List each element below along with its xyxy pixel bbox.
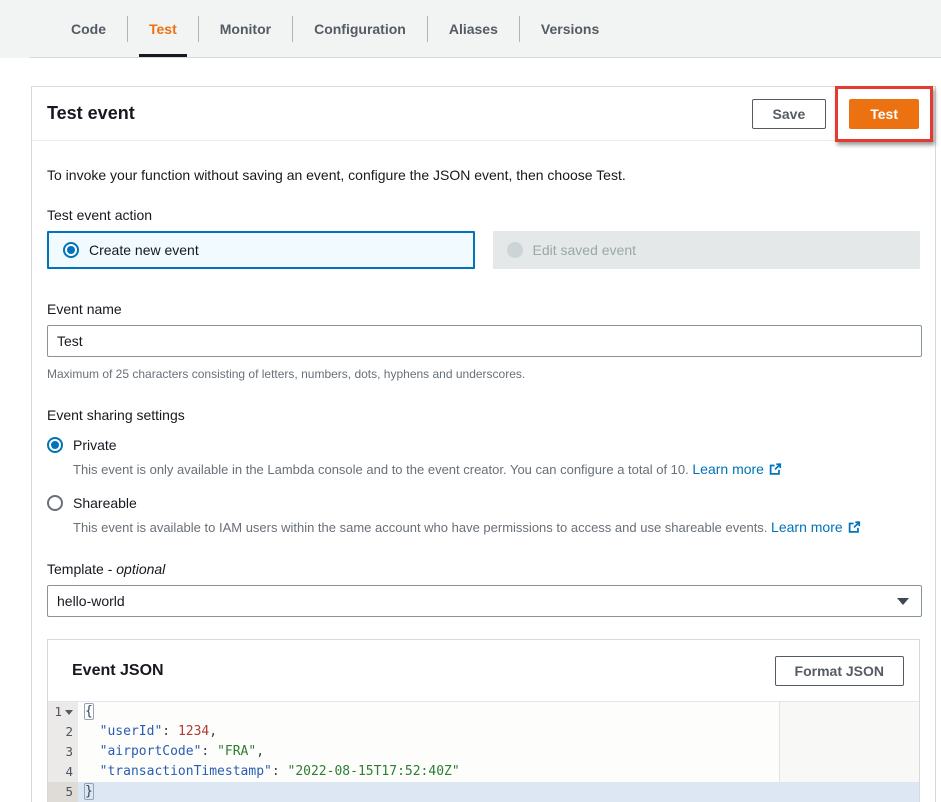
- code-line-content[interactable]: {: [78, 702, 919, 722]
- format-json-button[interactable]: Format JSON: [775, 656, 904, 686]
- shareable-description: This event is available to IAM users wit…: [73, 519, 920, 535]
- test-event-action-label: Test event action: [47, 207, 920, 223]
- save-button[interactable]: Save: [752, 99, 827, 129]
- code-line-content[interactable]: "userId": 1234,: [78, 722, 919, 742]
- external-link-icon: [847, 520, 861, 534]
- tab-bar-divider: [30, 57, 941, 58]
- radio-selected-icon[interactable]: [47, 437, 63, 453]
- external-link-icon: [768, 462, 782, 476]
- shareable-radio-option[interactable]: Shareable: [47, 495, 920, 511]
- code-line-content[interactable]: "airportCode": "FRA",: [78, 742, 919, 762]
- event-name-label: Event name: [47, 301, 920, 317]
- line-number: 1: [48, 702, 78, 722]
- event-json-title: Event JSON: [72, 662, 164, 680]
- code-line[interactable]: 1{: [48, 702, 919, 722]
- event-sharing-settings-label: Event sharing settings: [47, 407, 920, 423]
- template-label: Template - optional: [47, 561, 920, 577]
- test-event-card: Test event Save Test To invoke your func…: [31, 86, 936, 802]
- shareable-label: Shareable: [73, 495, 137, 511]
- tab-test[interactable]: Test: [128, 0, 198, 57]
- template-select-value: hello-world: [57, 593, 125, 609]
- line-number: 3: [48, 742, 78, 762]
- tab-code[interactable]: Code: [50, 0, 127, 57]
- page-title: Test event: [47, 103, 135, 124]
- code-line[interactable]: 3 "airportCode": "FRA",: [48, 742, 919, 762]
- intro-text: To invoke your function without saving a…: [47, 167, 920, 183]
- function-tab-bar: Code Test Monitor Configuration Aliases …: [0, 0, 941, 58]
- annotation-highlight-box: Test: [835, 86, 933, 142]
- private-radio-option[interactable]: Private: [47, 437, 920, 453]
- radio-disabled-icon: [507, 242, 523, 258]
- create-new-event-option[interactable]: Create new event: [47, 231, 475, 269]
- card-header: Test event Save Test: [32, 87, 935, 141]
- template-select[interactable]: hello-world: [47, 585, 922, 617]
- code-line[interactable]: 4 "transactionTimestamp": "2022-08-15T17…: [48, 762, 919, 782]
- line-number: 4: [48, 762, 78, 782]
- code-lines: 1{2 "userId": 1234,3 "airportCode": "FRA…: [48, 702, 919, 802]
- edit-saved-event-label: Edit saved event: [533, 242, 637, 258]
- code-line[interactable]: 5}: [48, 782, 919, 802]
- radio-selected-icon[interactable]: [63, 242, 79, 258]
- radio-unselected-icon[interactable]: [47, 495, 63, 511]
- caret-down-icon: [897, 598, 909, 605]
- create-new-event-label: Create new event: [89, 242, 199, 258]
- event-name-helper: Maximum of 25 characters consisting of l…: [47, 367, 920, 381]
- private-label: Private: [73, 437, 117, 453]
- tab-versions[interactable]: Versions: [520, 0, 620, 57]
- learn-more-link[interactable]: Learn more: [771, 519, 861, 535]
- line-number: 2: [48, 722, 78, 742]
- line-number: 5: [48, 782, 78, 802]
- tab-aliases[interactable]: Aliases: [428, 0, 519, 57]
- code-line[interactable]: 2 "userId": 1234,: [48, 722, 919, 742]
- tab-configuration[interactable]: Configuration: [293, 0, 427, 57]
- json-code-editor[interactable]: 1{2 "userId": 1234,3 "airportCode": "FRA…: [48, 702, 919, 802]
- tab-monitor[interactable]: Monitor: [199, 0, 292, 57]
- code-line-content[interactable]: }: [78, 782, 919, 802]
- code-line-content[interactable]: "transactionTimestamp": "2022-08-15T17:5…: [78, 762, 919, 782]
- event-json-panel: Event JSON Format JSON 1{2 "userId": 123…: [47, 639, 920, 802]
- edit-saved-event-option[interactable]: Edit saved event: [493, 231, 921, 269]
- private-description: This event is only available in the Lamb…: [73, 461, 920, 477]
- learn-more-link[interactable]: Learn more: [692, 461, 782, 477]
- event-name-input[interactable]: [47, 325, 922, 357]
- fold-caret-icon[interactable]: [65, 710, 73, 715]
- test-button[interactable]: Test: [849, 99, 919, 129]
